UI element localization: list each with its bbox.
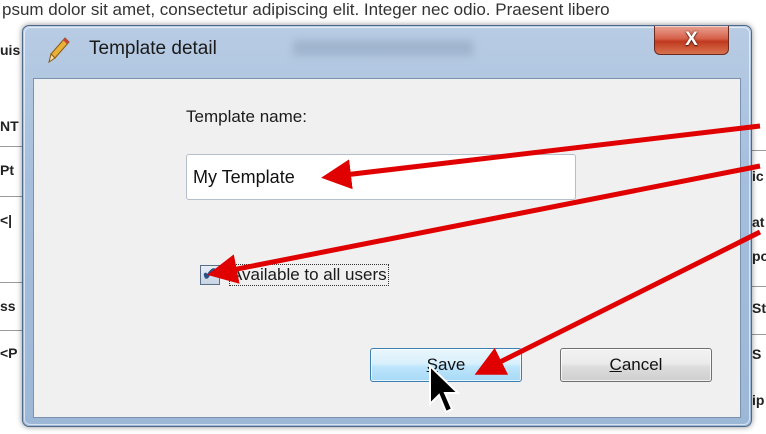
background-divider [750, 334, 766, 335]
template-name-input[interactable]: My Template [186, 154, 576, 200]
background-divider [0, 196, 22, 197]
cancel-button[interactable]: Cancel [560, 348, 712, 382]
background-fragment: NT [0, 118, 19, 134]
mouse-pointer-icon [429, 364, 461, 414]
checkmark-icon: ✔ [202, 264, 218, 284]
background-fragment: St [752, 300, 766, 316]
background-divider [750, 150, 766, 151]
background-document-text: psum dolor sit amet, consectetur adipisc… [2, 0, 610, 19]
background-fragment: ic [752, 168, 764, 184]
title-bar-blur [293, 40, 473, 56]
background-divider [0, 282, 22, 283]
background-fragment: uis [0, 42, 21, 58]
background-divider [0, 146, 22, 147]
available-to-all-users-checkbox[interactable]: ✔ [200, 264, 220, 285]
background-fragment: at [752, 214, 765, 230]
window-title: Template detail [89, 38, 217, 59]
close-icon: X [685, 29, 698, 50]
title-bar[interactable]: Template detail X [23, 26, 751, 78]
background-fragment: Pt [0, 162, 14, 178]
background-fragment: po [752, 248, 766, 264]
template-detail-dialog: Template detail X Template name: My Temp… [22, 25, 752, 427]
background-fragment: S [752, 346, 762, 362]
pencil-icon [48, 37, 70, 64]
background-divider [0, 330, 22, 331]
close-button[interactable]: X [654, 26, 729, 55]
background-fragment: <| [0, 212, 13, 228]
available-to-all-users-label[interactable]: Available to all users [229, 264, 389, 286]
background-fragment: ip [752, 392, 765, 408]
background-fragment: <P [0, 345, 18, 361]
background-fragment: ss [0, 298, 16, 314]
background-divider [750, 286, 766, 287]
dialog-content: Template name: My Template ✔ Available t… [33, 78, 741, 418]
template-name-label: Template name: [186, 107, 307, 126]
